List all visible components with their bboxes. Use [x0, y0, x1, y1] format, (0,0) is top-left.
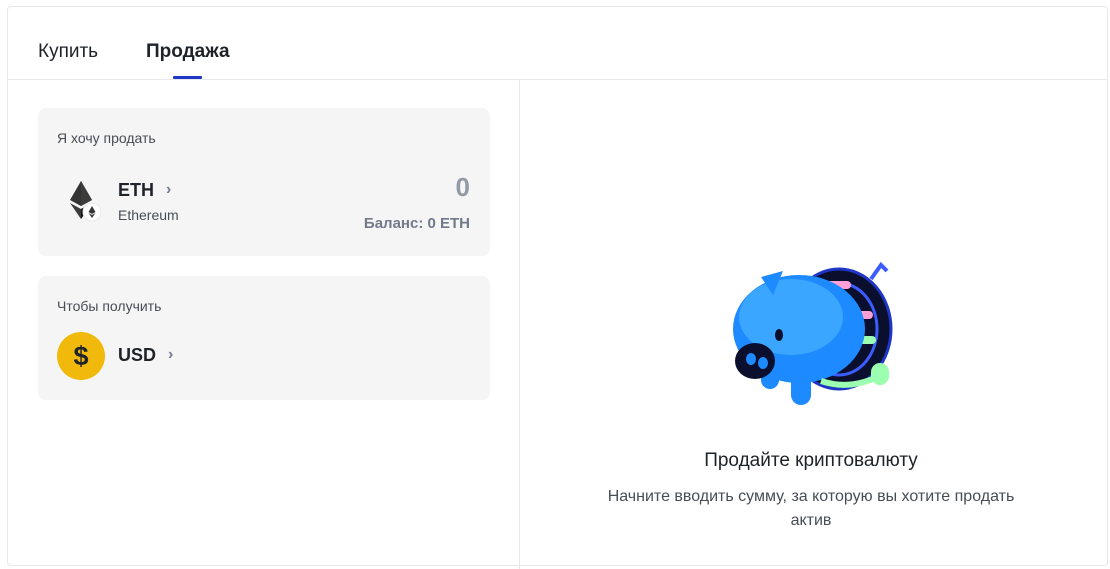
sell-coin-symbol[interactable]: ETH: [118, 180, 154, 201]
sell-balance: Баланс: 0 ETH: [363, 215, 470, 232]
active-tab-indicator: [173, 76, 202, 79]
receive-asset-card: Чтобы получить $ USD ›: [38, 276, 490, 400]
sell-card-label: Я хочу продать: [57, 130, 156, 146]
ethereum-icon[interactable]: [57, 176, 105, 224]
sell-amount-input[interactable]: 0: [456, 172, 470, 203]
receive-coin-symbol[interactable]: USD: [118, 345, 156, 366]
column-divider: [519, 79, 520, 569]
dollar-coin-icon[interactable]: $: [57, 332, 105, 380]
tab-sell[interactable]: Продажа: [146, 41, 230, 63]
empty-state-title: Продайте криптовалюту: [704, 450, 918, 471]
sell-coin-name: Ethereum: [118, 207, 179, 223]
tab-buy[interactable]: Купить: [38, 41, 98, 63]
tab-bar: Купить Продажа: [8, 7, 1107, 80]
trade-panel: Купить Продажа Я хочу продать ETH › Ethe…: [7, 6, 1108, 569]
empty-state-description: Начните вводить сумму, за которую вы хот…: [607, 488, 1015, 529]
sell-asset-card: Я хочу продать ETH › Ethereum 0 Баланс: …: [38, 108, 490, 256]
chevron-right-icon[interactable]: ›: [166, 181, 171, 199]
piggy-bank-icon: [721, 251, 901, 421]
svg-text:$: $: [73, 341, 88, 371]
receive-card-label: Чтобы получить: [57, 298, 162, 314]
chevron-right-icon[interactable]: ›: [168, 346, 173, 364]
